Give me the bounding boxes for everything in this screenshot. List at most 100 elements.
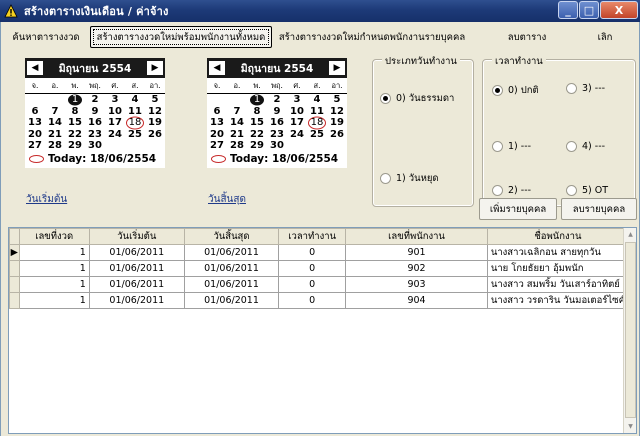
calendar-day[interactable]: 13 (25, 117, 45, 129)
calendar-day[interactable]: 26 (145, 129, 165, 141)
calendar-day[interactable]: 12 (327, 106, 347, 118)
calendar-day[interactable]: 13 (207, 117, 227, 129)
scroll-down-icon[interactable]: ▼ (624, 420, 636, 433)
calendar-day[interactable]: 15 (247, 117, 267, 129)
workday-holiday-radio[interactable]: 1) วันหยุด (380, 171, 439, 186)
delete-table-button[interactable]: ลบตาราง (497, 26, 557, 48)
calendar-day[interactable]: 7 (227, 106, 247, 118)
calendar-day[interactable]: 17 (287, 117, 307, 129)
work-time-option-4-radio[interactable]: 4) --- (566, 141, 605, 152)
scroll-up-icon[interactable]: ▲ (624, 228, 636, 241)
calendar-day[interactable]: 23 (267, 129, 287, 141)
calendar-day[interactable]: 1 (65, 94, 85, 106)
table-cell[interactable]: 903 (345, 276, 488, 293)
next-month-button[interactable]: ▶ (147, 61, 163, 75)
create-with-all-employees-button[interactable]: สร้างตารางงวดใหม่พร้อมพนักงานทั้งหมด (90, 26, 272, 48)
today-indicator[interactable]: Today: 18/06/2554 (211, 153, 338, 165)
calendar-day[interactable]: 5 (327, 94, 347, 106)
minimize-button[interactable]: _ (558, 1, 578, 19)
table-cell[interactable]: 902 (345, 260, 488, 277)
work-time-option-1-radio[interactable]: 1) --- (492, 141, 531, 152)
row-selector[interactable] (9, 292, 20, 309)
work-time-option-3-radio[interactable]: 3) --- (566, 83, 605, 94)
table-cell[interactable]: 01/06/2011 (88, 244, 185, 261)
row-selector[interactable] (9, 276, 20, 293)
remove-person-button[interactable]: ลบรายบุคคล (561, 198, 637, 220)
work-time-normal-radio[interactable]: 0) ปกติ (492, 83, 539, 98)
table-cell[interactable]: นางสาวเฉลิกอน สายทุกวัน (486, 244, 630, 261)
calendar-day[interactable]: 1 (247, 94, 267, 106)
calendar-day[interactable]: 10 (287, 106, 307, 118)
start-date-calendar[interactable]: ◀ มิถุนายน 2554 ▶ จ. อ. พ. พฤ. ศ. ส. อา. 12345… (25, 58, 165, 168)
calendar-day[interactable]: 9 (85, 106, 105, 118)
column-header[interactable]: ชื่อพนักงาน (486, 228, 630, 245)
calendar-day[interactable]: 30 (85, 140, 105, 152)
table-cell[interactable]: 0 (278, 292, 347, 309)
column-header[interactable]: เลขที่พนักงาน (345, 228, 488, 245)
row-selector[interactable] (9, 260, 20, 277)
table-cell[interactable]: 1 (18, 276, 90, 293)
calendar-day[interactable]: 14 (45, 117, 65, 129)
workday-normal-radio[interactable]: 0) วันธรรมดา (380, 91, 454, 106)
calendar-day[interactable]: 8 (247, 106, 267, 118)
calendar-day[interactable]: 19 (145, 117, 165, 129)
table-cell[interactable]: 01/06/2011 (88, 260, 185, 277)
calendar-day[interactable]: 25 (307, 129, 327, 141)
calendar-day[interactable]: 24 (287, 129, 307, 141)
cancel-button[interactable]: เลิก (575, 26, 635, 48)
column-header[interactable]: เวลาทำงาน (278, 228, 347, 245)
calendar-day[interactable]: 24 (105, 129, 125, 141)
calendar-day[interactable]: 4 (307, 94, 327, 106)
table-cell[interactable]: นางสาว สมพริ้ม วันเสาร์อาทิตย์ (486, 276, 630, 293)
calendar-day[interactable]: 9 (267, 106, 287, 118)
calendar-day[interactable]: 19 (327, 117, 347, 129)
calendar-day[interactable]: 8 (65, 106, 85, 118)
calendar-day[interactable]: 27 (207, 140, 227, 152)
work-time-option-2-radio[interactable]: 2) --- (492, 185, 531, 196)
column-header[interactable]: วันเริ่มต้น (88, 228, 185, 245)
calendar-day[interactable]: 18 (307, 117, 327, 129)
calendar-day[interactable]: 21 (45, 129, 65, 141)
table-cell[interactable]: 01/06/2011 (183, 292, 280, 309)
calendar-day[interactable]: 22 (247, 129, 267, 141)
end-date-calendar[interactable]: ◀ มิถุนายน 2554 ▶ จ. อ. พ. พฤ. ศ. ส. อา. 12345… (207, 58, 347, 168)
table-cell[interactable]: 901 (345, 244, 488, 261)
calendar-day[interactable]: 18 (125, 117, 145, 129)
today-indicator[interactable]: Today: 18/06/2554 (29, 153, 156, 165)
calendar-day[interactable]: 20 (207, 129, 227, 141)
calendar-day[interactable]: 16 (85, 117, 105, 129)
table-row[interactable]: 1 01/06/2011 01/06/2011 0 902 นาย โกยธัยยา อุ… (9, 260, 636, 277)
table-cell[interactable]: 01/06/2011 (183, 276, 280, 293)
calendar-day[interactable]: 14 (227, 117, 247, 129)
row-selector[interactable]: ▶ (9, 244, 20, 261)
calendar-day-grid[interactable]: 1 2 3 4 5 6 7 8 9 10 11 12 13 14 15 16 17 18 19 20 21 22 23 24 2… (207, 94, 347, 152)
calendar-day[interactable]: 29 (247, 140, 267, 152)
prev-month-button[interactable]: ◀ (27, 61, 43, 75)
table-cell[interactable]: 0 (278, 244, 347, 261)
calendar-day[interactable]: 28 (227, 140, 247, 152)
column-header[interactable]: วันสิ้นสุด (183, 228, 280, 245)
calendar-day[interactable]: 6 (207, 106, 227, 118)
calendar-day[interactable]: 5 (145, 94, 165, 106)
calendar-day[interactable]: 4 (125, 94, 145, 106)
table-row[interactable]: 1 01/06/2011 01/06/2011 0 904 นางสาว วรดาริน … (9, 292, 636, 309)
calendar-day[interactable]: 2 (267, 94, 287, 106)
calendar-day[interactable]: 3 (105, 94, 125, 106)
calendar-day[interactable]: 17 (105, 117, 125, 129)
calendar-day[interactable]: 30 (267, 140, 287, 152)
search-schedule-button[interactable]: ค้นหาตารางงวด (5, 26, 87, 48)
calendar-day[interactable]: 16 (267, 117, 287, 129)
calendar-day[interactable]: 3 (287, 94, 307, 106)
calendar-day[interactable]: 12 (145, 106, 165, 118)
table-cell[interactable]: 01/06/2011 (183, 260, 280, 277)
maximize-button[interactable]: □ (579, 1, 599, 19)
column-header[interactable]: เลขที่งวด (18, 228, 90, 245)
calendar-day[interactable]: 7 (45, 106, 65, 118)
calendar-day[interactable]: 22 (65, 129, 85, 141)
calendar-day[interactable]: 23 (85, 129, 105, 141)
calendar-day-grid[interactable]: 1 2 3 4 5 6 7 8 9 10 11 12 13 14 15 16 17 18 19 20 21 22 23 24 2… (25, 94, 165, 152)
vertical-scrollbar[interactable]: ▲ ▼ (623, 228, 636, 433)
calendar-day[interactable]: 27 (25, 140, 45, 152)
create-with-specified-employees-button[interactable]: สร้างตารางงวดใหม่กำหนดพนักงานรายบุคคล (277, 26, 467, 48)
table-cell[interactable]: 01/06/2011 (88, 276, 185, 293)
